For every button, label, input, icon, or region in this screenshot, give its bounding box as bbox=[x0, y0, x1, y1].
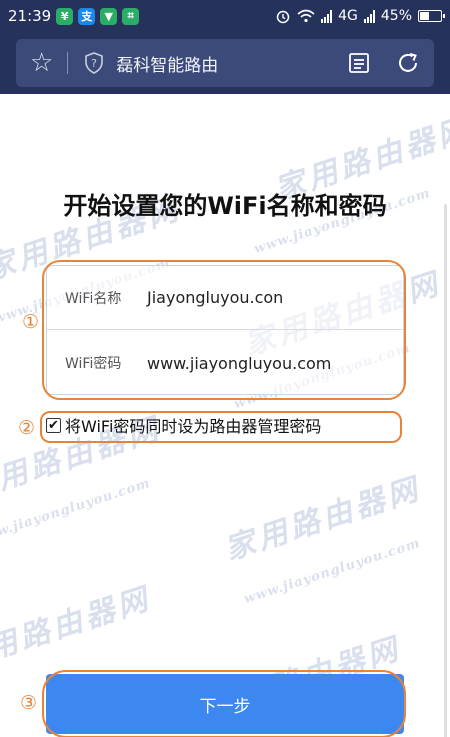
wifi-name-label: WiFi名称 bbox=[65, 290, 122, 307]
watermark-logo: 家用路由器网 bbox=[220, 471, 426, 568]
signal-icon bbox=[321, 9, 333, 23]
wechat-pay-icon: ¥ bbox=[56, 7, 74, 25]
sync-password-label: 将WiFi密码同时设为路由器管理密码 bbox=[65, 417, 322, 436]
refresh-icon[interactable] bbox=[396, 51, 420, 75]
watermark-logo: 家用路由器网 bbox=[0, 581, 156, 678]
wifi-password-label: WiFi密码 bbox=[65, 356, 122, 372]
status-bar: 21:39 ¥ 支 ▼ ⌗ 4G 45% bbox=[0, 0, 450, 32]
address-divider bbox=[67, 52, 69, 74]
wifi-name-input[interactable]: Jiayongluyou.con bbox=[147, 288, 283, 307]
setup-heading: 开始设置您的WiFi名称和密码 bbox=[63, 192, 387, 220]
page-content: 家用路由器网 www.jiayongluyou.com 家用路由器网 www.j… bbox=[0, 94, 450, 737]
sync-password-checkbox[interactable]: ✔ bbox=[46, 417, 61, 433]
alarm-icon bbox=[276, 10, 290, 24]
watermark-url: www.jiayongluyou.com bbox=[242, 535, 423, 608]
next-step-button[interactable]: 下一步 bbox=[46, 674, 404, 734]
battery-fill bbox=[420, 12, 429, 20]
wifi-icon bbox=[297, 9, 315, 23]
status-time: 21:39 bbox=[8, 7, 52, 25]
scrollbar[interactable] bbox=[444, 204, 447, 737]
page-title: 磊科智能路由 bbox=[116, 55, 219, 76]
annotation-marker-1: ① bbox=[22, 311, 40, 333]
address-bar[interactable]: ☆ ? 磊科智能路由 bbox=[16, 39, 434, 87]
shield-question-icon[interactable]: ? bbox=[84, 52, 104, 74]
scanner-icon: ⌗ bbox=[122, 7, 140, 25]
reader-icon[interactable] bbox=[348, 52, 370, 74]
vpn-icon: ▼ bbox=[100, 7, 118, 25]
browser-toolbar: ☆ ? 磊科智能路由 bbox=[0, 32, 450, 94]
toolbar-actions bbox=[348, 51, 420, 75]
svg-text:?: ? bbox=[91, 57, 97, 70]
battery-percent: 45% bbox=[380, 8, 412, 24]
wifi-form: WiFi名称 Jiayongluyou.con WiFi密码 www.jiayo… bbox=[46, 265, 404, 395]
star-icon[interactable]: ☆ bbox=[30, 50, 53, 76]
signal-icon-secondary bbox=[363, 9, 375, 23]
wifi-name-row[interactable]: WiFi名称 Jiayongluyou.con bbox=[47, 266, 403, 330]
status-right: 4G 45% bbox=[275, 8, 445, 24]
battery-icon bbox=[418, 10, 445, 22]
wifi-password-row[interactable]: WiFi密码 www.jiayongluyou.com bbox=[47, 331, 403, 395]
sync-password-option[interactable]: ✔ 将WiFi密码同时设为路由器管理密码 bbox=[46, 413, 321, 437]
status-left: 21:39 ¥ 支 ▼ ⌗ bbox=[8, 7, 140, 25]
network-type: 4G bbox=[338, 8, 358, 24]
watermark-url: www.jiayongluyou.com bbox=[0, 475, 153, 548]
wifi-password-input[interactable]: www.jiayongluyou.com bbox=[147, 354, 331, 373]
annotation-marker-2: ② bbox=[18, 417, 36, 439]
annotation-marker-3: ③ bbox=[20, 692, 38, 714]
alipay-icon: 支 bbox=[78, 7, 96, 25]
